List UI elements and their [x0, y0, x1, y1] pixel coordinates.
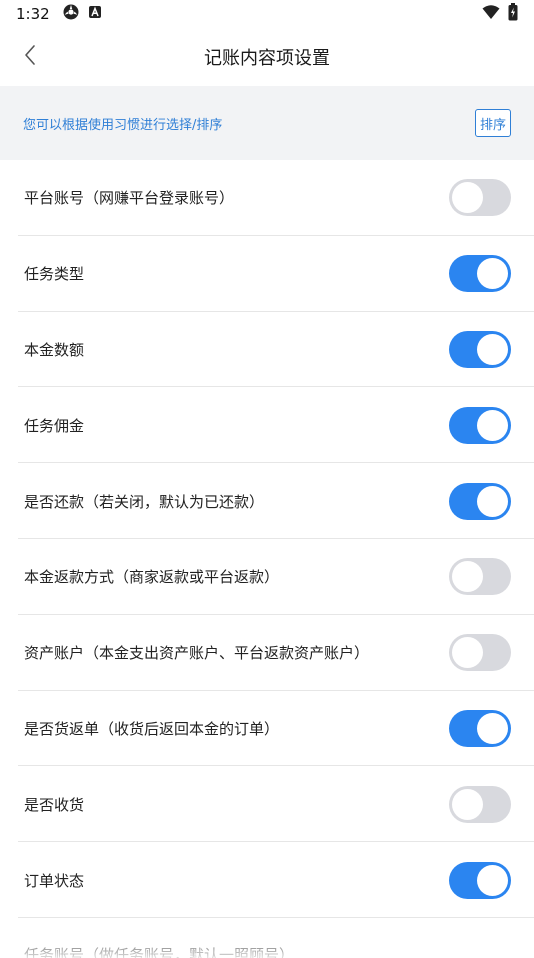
toggle-knob	[477, 864, 508, 896]
nav-bar: 记账内容项设置	[0, 28, 534, 86]
setting-row: 本金返款方式（商家返款或平台返款）	[0, 539, 534, 615]
setting-label: 订单状态	[24, 871, 85, 890]
setting-row: 是否还款（若关闭，默认为已还款）	[0, 463, 534, 539]
setting-row: 任务类型	[0, 236, 534, 312]
toggle-switch[interactable]	[449, 558, 511, 596]
toggle-knob	[452, 788, 483, 820]
back-button[interactable]	[10, 36, 50, 78]
toggle-switch[interactable]	[449, 482, 511, 520]
toggle-knob	[452, 182, 483, 214]
setting-row: 资产账户（本金支出资产账户、平台返款资产账户）	[0, 615, 534, 691]
setting-label: 是否收货	[24, 795, 85, 814]
toggle-knob	[452, 637, 483, 669]
setting-row-partial: 任务账号（做任务账号，默认一照顾号）	[0, 918, 534, 958]
toggle-switch[interactable]	[449, 861, 511, 899]
setting-row: 是否收货	[0, 766, 534, 842]
toggle-knob	[452, 561, 483, 593]
setting-label: 是否货返单（收货后返回本金的订单）	[24, 719, 280, 738]
toggle-knob	[477, 409, 508, 441]
sort-button[interactable]: 排序	[475, 109, 511, 137]
status-left-icons	[62, 3, 102, 25]
setting-label: 任务类型	[24, 265, 85, 284]
status-bar: 1:32	[0, 0, 534, 28]
settings-list: 平台账号（网赚平台登录账号） 任务类型 本金数额 任务佣金 是否还款（若关闭，默…	[0, 160, 534, 958]
toggle-switch[interactable]	[449, 330, 511, 368]
setting-row: 是否货返单（收货后返回本金的订单）	[0, 691, 534, 767]
status-right-icons	[482, 3, 518, 25]
toggle-switch[interactable]	[449, 406, 511, 444]
tip-banner: 您可以根据使用习惯进行选择/排序 排序	[0, 86, 534, 160]
battery-icon	[508, 3, 518, 25]
toggle-switch[interactable]	[449, 255, 511, 293]
setting-row: 平台账号（网赚平台登录账号）	[0, 160, 534, 236]
setting-label: 是否还款（若关闭，默认为已还款）	[24, 492, 265, 511]
toggle-switch[interactable]	[449, 785, 511, 823]
setting-label: 资产账户（本金支出资产账户、平台返款资产账户）	[24, 644, 370, 663]
toggle-knob	[477, 333, 508, 365]
settings-gear-icon	[62, 3, 80, 25]
toggle-knob	[477, 485, 508, 517]
setting-label: 本金数额	[24, 340, 85, 359]
toggle-switch[interactable]	[449, 709, 511, 747]
toggle-knob	[477, 712, 508, 744]
chevron-left-icon	[23, 44, 37, 70]
setting-row: 本金数额	[0, 312, 534, 388]
setting-label: 本金返款方式（商家返款或平台返款）	[24, 568, 280, 587]
wifi-icon	[482, 4, 500, 24]
setting-label: 任务账号（做任务账号，默认一照顾号）	[24, 945, 295, 958]
toggle-switch[interactable]	[449, 634, 511, 672]
setting-row: 订单状态	[0, 842, 534, 918]
page-title: 记账内容项设置	[204, 48, 330, 69]
tip-text: 您可以根据使用习惯进行选择/排序	[23, 117, 223, 133]
toggle-switch[interactable]	[449, 179, 511, 217]
toggle-knob	[477, 258, 508, 290]
status-time: 1:32	[16, 5, 50, 23]
setting-label: 平台账号（网赚平台登录账号）	[24, 189, 235, 208]
app-a-icon	[88, 5, 102, 23]
setting-label: 任务佣金	[24, 416, 85, 435]
setting-row: 任务佣金	[0, 387, 534, 463]
